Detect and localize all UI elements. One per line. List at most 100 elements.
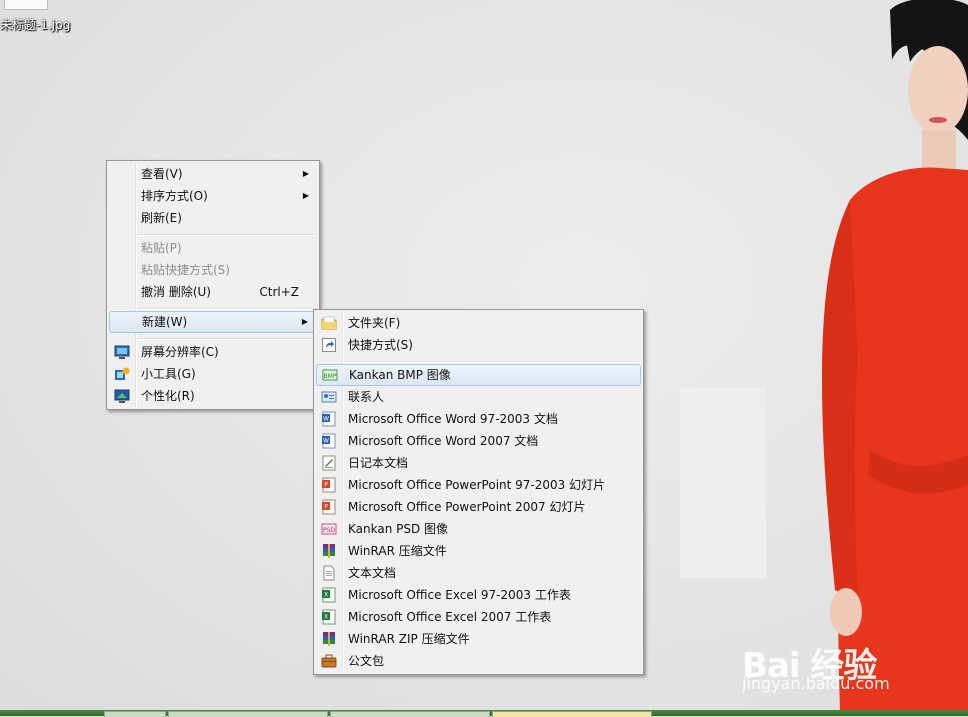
word-icon: W [322,411,336,427]
menu-item-label: Microsoft Office PowerPoint 2007 幻灯片 [348,500,586,514]
desktop-file-icon[interactable] [4,0,48,10]
menu-item-paste[interactable]: 粘贴(P) [109,237,317,259]
menu-item-label: 刷新(E) [141,211,182,225]
submenu-item-text-document[interactable]: 文本文档 [316,562,641,584]
briefcase-icon [321,654,337,668]
menu-item-label: 粘贴(P) [141,241,182,255]
menu-item-label: 公文包 [348,654,385,668]
journal-icon [322,455,336,471]
gadgets-icon [115,367,130,380]
lips-shape [929,117,947,123]
menu-separator [137,338,317,340]
submenu-item-word-2007[interactable]: W Microsoft Office Word 2007 文档 [316,430,641,452]
submenu-item-powerpoint-2007[interactable]: P Microsoft Office PowerPoint 2007 幻灯片 [316,496,641,518]
submenu-item-kankan-psd[interactable]: PSD Kankan PSD 图像 [316,518,641,540]
desktop-context-menu: 查看(V) ▶ 排序方式(O) ▶ 刷新(E) 粘贴(P) 粘贴快捷方式(S) … [106,160,320,410]
personalize-icon [114,389,130,403]
menu-item-screen-resolution[interactable]: 屏幕分辨率(C) [109,341,317,363]
menu-item-new[interactable]: 新建(W) ▶ [109,311,317,333]
menu-separator [344,361,641,363]
menu-item-label: Microsoft Office Excel 2007 工作表 [348,610,552,624]
menu-item-label: 小工具(G) [141,367,196,381]
menu-separator [137,308,317,310]
baidu-watermark: Bai 经验 jingyan.baidu.com [742,638,942,694]
word-icon: W [322,433,336,449]
menu-item-shortcut: Ctrl+Z [259,285,299,299]
neck-shape [922,130,956,170]
menu-separator [137,234,317,236]
dress-shape [838,167,968,710]
menu-item-label: Kankan BMP 图像 [349,368,451,382]
svg-text:W: W [323,416,329,423]
submenu-arrow-icon: ▶ [302,169,309,178]
menu-item-undo-delete[interactable]: 撤消 删除(U) Ctrl+Z [109,281,317,303]
submenu-item-excel-97[interactable]: X Microsoft Office Excel 97-2003 工作表 [316,584,641,606]
menu-item-label: 个性化(R) [141,389,195,403]
menu-item-label: 日记本文档 [348,456,409,470]
menu-item-label: 文件夹(F) [348,316,401,330]
winrar-zip-icon [323,632,335,646]
new-submenu: 文件夹(F) 快捷方式(S) BMP Kankan BMP 图像 联系人 W M… [313,309,644,675]
submenu-item-powerpoint-97[interactable]: P Microsoft Office PowerPoint 97-2003 幻灯… [316,474,641,496]
menu-item-label: 撤消 删除(U) [141,285,211,299]
svg-text:P: P [324,504,328,511]
taskbar-button[interactable] [104,711,166,717]
menu-item-label: 文本文档 [348,566,397,580]
svg-text:P: P [324,482,328,489]
background-panel [680,388,766,578]
menu-item-label: 新建(W) [142,315,188,329]
folder-icon [321,316,337,330]
shortcut-icon [322,338,336,352]
sleeve-shape [822,200,858,600]
submenu-item-journal[interactable]: 日记本文档 [316,452,641,474]
submenu-arrow-icon: ▶ [302,191,309,200]
menu-item-label: WinRAR ZIP 压缩文件 [348,632,470,646]
taskbar-button[interactable] [330,711,490,717]
psd-image-icon: PSD [321,523,337,535]
submenu-item-briefcase[interactable]: 公文包 [316,650,641,672]
menu-item-label: WinRAR 压缩文件 [348,544,447,558]
submenu-item-winrar-zip[interactable]: WinRAR ZIP 压缩文件 [316,628,641,650]
menu-item-label: Kankan PSD 图像 [348,522,449,536]
screen-resolution-icon [114,345,130,359]
svg-text:X: X [324,614,328,621]
taskbar-button[interactable] [492,711,652,717]
menu-item-label: Microsoft Office Word 2007 文档 [348,434,539,448]
menu-item-label: 快捷方式(S) [348,338,413,352]
menu-item-paste-shortcut[interactable]: 粘贴快捷方式(S) [109,259,317,281]
submenu-arrow-icon: ▶ [301,317,308,326]
desktop-file-label[interactable]: 未标题-1.jpg [0,16,70,33]
wallpaper-photo [822,0,968,710]
menu-item-label: Microsoft Office Excel 97-2003 工作表 [348,588,571,602]
excel-icon: X [322,587,336,603]
menu-item-label: 屏幕分辨率(C) [141,345,219,359]
submenu-item-word-97[interactable]: W Microsoft Office Word 97-2003 文档 [316,408,641,430]
contact-icon [321,391,337,403]
powerpoint-icon: P [322,477,336,493]
powerpoint-icon: P [322,499,336,515]
menu-item-label: 粘贴快捷方式(S) [141,263,230,277]
submenu-item-excel-2007[interactable]: X Microsoft Office Excel 2007 工作表 [316,606,641,628]
menu-item-sort-by[interactable]: 排序方式(O) ▶ [109,185,317,207]
svg-text:BMP: BMP [324,373,337,380]
watermark-url: jingyan.baidu.com [742,674,890,693]
svg-text:PSD: PSD [323,527,335,534]
excel-icon: X [322,609,336,625]
menu-item-view[interactable]: 查看(V) ▶ [109,163,317,185]
submenu-item-shortcut[interactable]: 快捷方式(S) [316,334,641,356]
menu-item-refresh[interactable]: 刷新(E) [109,207,317,229]
submenu-item-winrar[interactable]: WinRAR 压缩文件 [316,540,641,562]
winrar-icon [323,544,335,558]
hand-shape [830,588,862,636]
menu-item-gadgets[interactable]: 小工具(G) [109,363,317,385]
svg-text:X: X [324,592,328,599]
submenu-item-kankan-bmp[interactable]: BMP Kankan BMP 图像 [316,364,641,386]
bmp-image-icon: BMP [322,369,338,381]
submenu-item-folder[interactable]: 文件夹(F) [316,312,641,334]
submenu-item-contact[interactable]: 联系人 [316,386,641,408]
menu-item-label: 查看(V) [141,167,183,181]
menu-item-personalize[interactable]: 个性化(R) [109,385,317,407]
svg-text:W: W [323,438,329,445]
taskbar-button[interactable] [168,711,328,717]
menu-item-label: Microsoft Office Word 97-2003 文档 [348,412,558,426]
